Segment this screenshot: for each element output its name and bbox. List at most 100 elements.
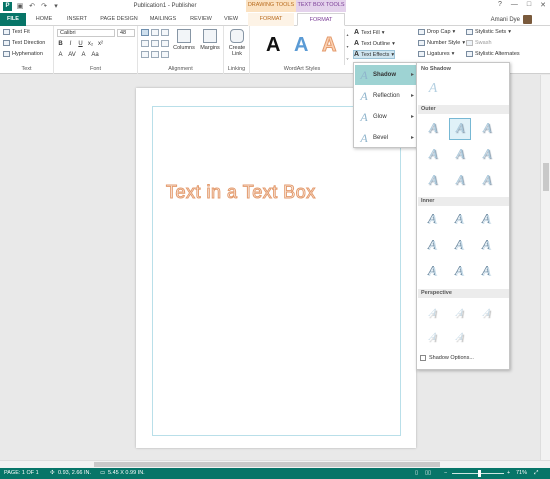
tab-file[interactable]: FILE: [0, 13, 26, 26]
wordart-style-blue[interactable]: A: [294, 34, 308, 57]
zoom-in-button[interactable]: +: [507, 470, 510, 476]
wordart-text-box[interactable]: Text in a Text Box: [166, 182, 316, 203]
menu-item-glow[interactable]: A Glow ▸: [355, 107, 417, 127]
ligatures-button[interactable]: Ligatures ▾: [418, 51, 454, 57]
group-label-alignment: Alignment: [168, 66, 193, 72]
font-size-combo[interactable]: 48: [117, 29, 135, 37]
menu-item-bevel[interactable]: A Bevel ▸: [355, 128, 417, 148]
text-fill-button[interactable]: A Text Fill ▾: [354, 29, 384, 36]
shadow-options-icon: [420, 355, 426, 361]
align-bottom-center-icon[interactable]: [151, 51, 159, 58]
number-style-button[interactable]: Number Style ▾: [418, 40, 465, 46]
shadow-option-outer-6[interactable]: A: [477, 145, 497, 165]
columns-button[interactable]: Columns: [172, 29, 196, 51]
shadow-option-inner-7[interactable]: A: [423, 263, 443, 283]
align-top-right-icon[interactable]: [161, 29, 169, 36]
shadow-option-outer-1[interactable]: A: [423, 119, 443, 139]
shadow-option-inner-5[interactable]: A: [450, 237, 470, 257]
subscript-button[interactable]: x₂: [87, 41, 94, 47]
shadow-option-inner-8[interactable]: A: [450, 263, 470, 283]
shadow-option-inner-1[interactable]: A: [423, 211, 443, 231]
tab-format-text-box[interactable]: FORMAT: [297, 13, 345, 26]
create-link-label: Create Link: [228, 45, 246, 57]
create-link-button[interactable]: Create Link: [226, 29, 248, 57]
text-fit-button[interactable]: Text Fit: [3, 29, 30, 35]
maximize-button[interactable]: □: [527, 1, 531, 9]
zoom-slider-thumb[interactable]: [478, 470, 481, 477]
shadow-option-perspective-2[interactable]: A: [446, 303, 473, 323]
align-bottom-left-icon[interactable]: [141, 51, 149, 58]
tab-view[interactable]: VIEW: [220, 13, 242, 26]
align-middle-right-icon[interactable]: [161, 40, 169, 47]
help-button[interactable]: ?: [498, 1, 502, 9]
shadow-option-inner-4[interactable]: A: [423, 237, 443, 257]
change-case-button[interactable]: Aa: [90, 52, 100, 58]
shadow-option-inner-6[interactable]: A: [477, 237, 497, 257]
shadow-option-perspective-5[interactable]: A: [446, 327, 473, 347]
align-middle-left-icon[interactable]: [141, 40, 149, 47]
wordart-style-orange-outline[interactable]: A: [321, 34, 336, 57]
margins-button[interactable]: Margins: [198, 29, 222, 51]
shadow-option-inner-3[interactable]: A: [477, 211, 497, 231]
horizontal-scroll-thumb[interactable]: [94, 462, 440, 467]
shadow-option-outer-4[interactable]: A: [423, 145, 443, 165]
shadow-option-perspective-1[interactable]: A: [419, 303, 446, 323]
superscript-button[interactable]: x²: [97, 41, 104, 47]
tab-mailings[interactable]: MAILINGS: [146, 13, 180, 26]
shadow-option-inner-2[interactable]: A: [450, 211, 470, 231]
stylistic-alternates-button[interactable]: Stylistic Alternates: [466, 51, 520, 57]
shadow-option-perspective-3[interactable]: A: [473, 303, 500, 323]
horizontal-scrollbar[interactable]: [0, 460, 550, 468]
shadow-option-perspective-4[interactable]: A: [419, 327, 446, 347]
shadow-options-button[interactable]: Shadow Options...: [420, 355, 474, 361]
menu-item-reflection-label: Reflection: [373, 93, 400, 99]
menu-item-reflection[interactable]: A Reflection ▸: [355, 86, 417, 106]
text-outline-button[interactable]: A Text Outline ▾: [354, 40, 395, 47]
shadow-option-outer-2[interactable]: A: [449, 118, 471, 140]
align-top-center-icon[interactable]: [151, 29, 159, 36]
shadow-option-inner-9[interactable]: A: [477, 263, 497, 283]
shadow-option-outer-7[interactable]: A: [423, 171, 443, 191]
zoom-level[interactable]: 71%: [516, 470, 527, 476]
vertical-scrollbar[interactable]: [540, 75, 550, 460]
text-highlight-button[interactable]: A: [80, 52, 87, 58]
wordart-gallery-scroll[interactable]: ▴ ▾ ▿: [344, 29, 350, 65]
font-name-combo[interactable]: Calibri: [57, 29, 115, 37]
minimize-button[interactable]: —: [511, 1, 518, 9]
two-page-view-icon[interactable]: ▯▯: [425, 470, 431, 476]
drop-cap-button[interactable]: Drop Cap ▾: [418, 29, 455, 35]
tab-review[interactable]: REVIEW: [186, 13, 216, 26]
align-top-left-icon[interactable]: [141, 29, 149, 36]
page-indicator[interactable]: PAGE: 1 OF 1: [4, 470, 39, 476]
close-button[interactable]: ✕: [540, 1, 546, 9]
tab-insert[interactable]: INSERT: [63, 13, 91, 26]
fit-page-icon[interactable]: ⤢: [534, 470, 538, 477]
bold-button[interactable]: B: [57, 41, 64, 47]
tab-format-drawing[interactable]: FORMAT: [248, 13, 294, 26]
wordart-style-black[interactable]: A: [266, 34, 280, 57]
shadow-option-outer-9[interactable]: A: [477, 171, 497, 191]
swash-button[interactable]: Swash: [466, 40, 492, 46]
hyphenation-button[interactable]: Hyphenation: [3, 51, 43, 57]
shadow-option-outer-3[interactable]: A: [477, 119, 497, 139]
shadow-option-outer-8[interactable]: A: [450, 171, 470, 191]
underline-button[interactable]: U: [77, 41, 84, 47]
font-color-button[interactable]: A: [57, 52, 64, 58]
font-combos: Calibri 48: [57, 29, 135, 37]
user-account[interactable]: Amani Dye: [491, 15, 532, 24]
tab-page-design[interactable]: PAGE DESIGN: [97, 13, 141, 26]
shadow-option-none[interactable]: A: [423, 79, 443, 99]
stylistic-sets-button[interactable]: Stylistic Sets ▾: [466, 29, 511, 35]
align-middle-center-icon[interactable]: [151, 40, 159, 47]
character-spacing-button[interactable]: AV: [67, 52, 77, 58]
align-bottom-right-icon[interactable]: [161, 51, 169, 58]
text-effects-button[interactable]: A Text Effects ▾: [352, 50, 396, 59]
tab-home[interactable]: HOME: [31, 13, 57, 26]
shadow-option-outer-5[interactable]: A: [450, 145, 470, 165]
vertical-scroll-thumb[interactable]: [543, 163, 549, 191]
single-page-view-icon[interactable]: ▯: [415, 470, 418, 476]
text-direction-button[interactable]: Text Direction: [3, 40, 45, 46]
italic-button[interactable]: I: [67, 41, 74, 47]
menu-item-shadow[interactable]: A Shadow ▸: [355, 65, 417, 85]
zoom-out-button[interactable]: −: [444, 470, 447, 476]
